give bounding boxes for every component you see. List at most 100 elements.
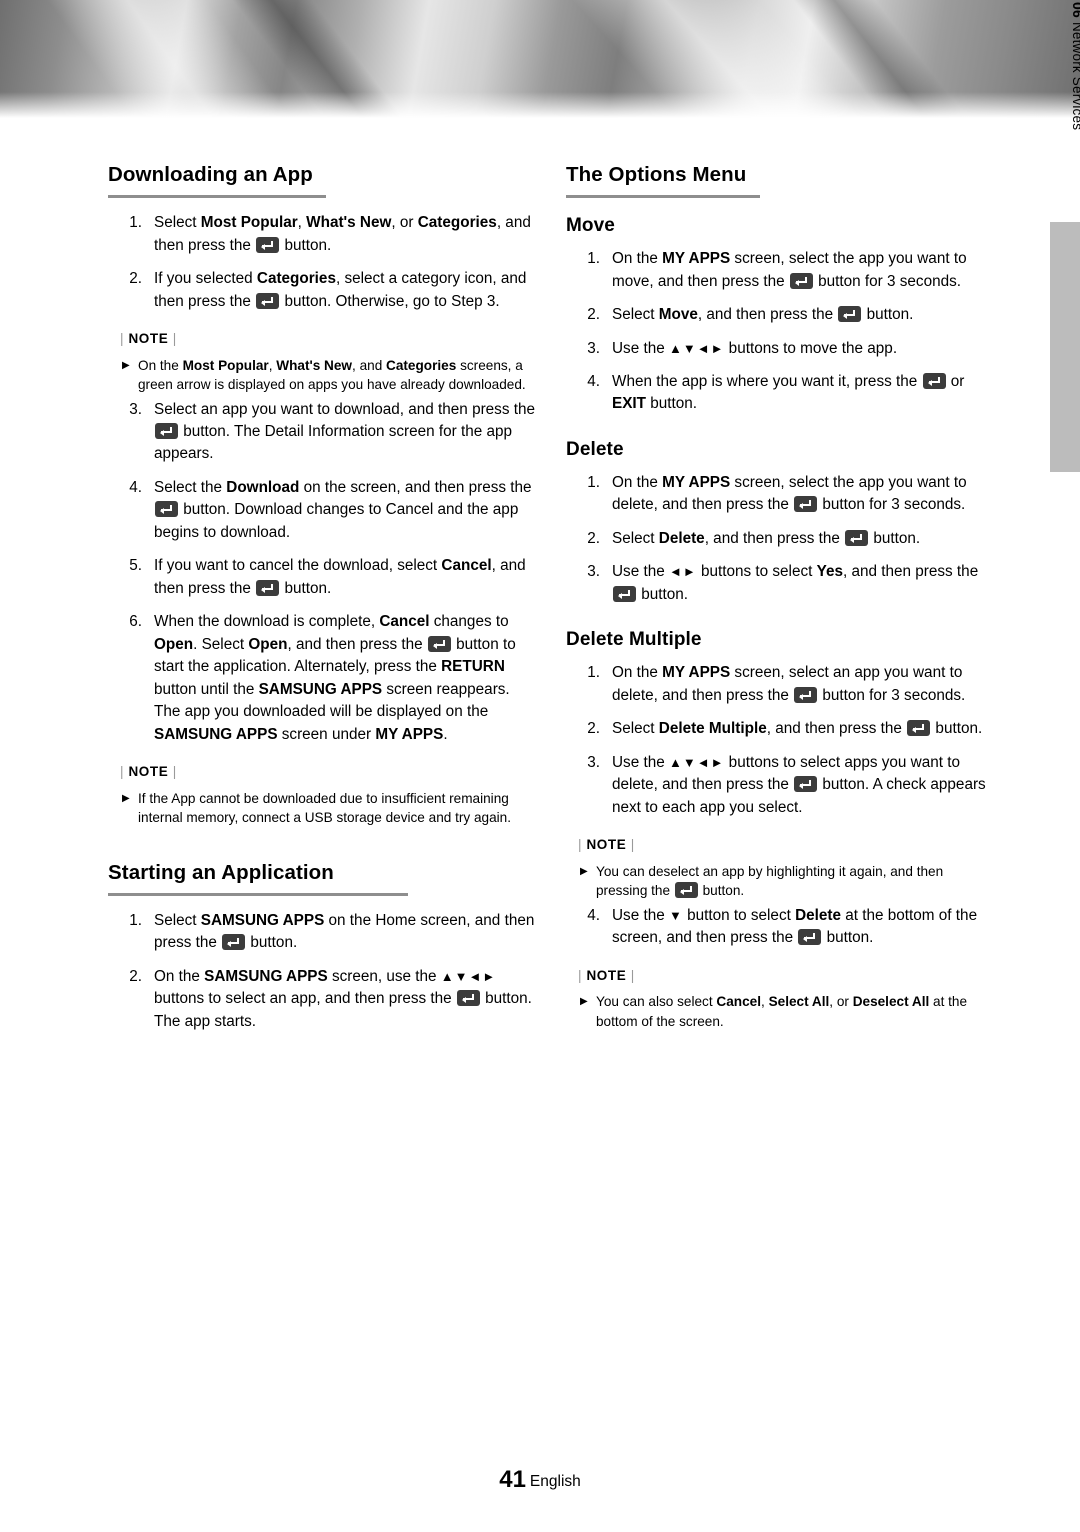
step-number: 2.: [129, 967, 142, 985]
note-bullet-icon: ▶: [580, 865, 588, 877]
enter-button-icon: [256, 579, 280, 596]
step-text: Select Move, and then press the button.: [612, 306, 914, 324]
emphasized-term: Move: [658, 306, 698, 324]
page-language: English: [529, 1473, 581, 1490]
step-number: 1.: [587, 664, 600, 682]
emphasized-term: Cancel: [716, 994, 761, 1010]
numbered-step: 2. On the SAMSUNG APPS screen, use the ▲▼…: [108, 966, 538, 1033]
step-number: 3.: [587, 753, 600, 771]
step-text: When the download is complete, Cancel ch…: [154, 613, 516, 743]
enter-button-icon: [222, 934, 246, 951]
emphasized-term: SAMSUNG APPS: [204, 967, 328, 985]
direction-arrows-icon: ▲▼◄►: [668, 340, 725, 356]
heading-options-menu: The Options Menu: [566, 160, 996, 199]
step-number: 4.: [587, 372, 600, 390]
note-text: If the App cannot be downloaded due to i…: [138, 791, 512, 826]
step-text: On the MY APPS screen, select the app yo…: [612, 473, 967, 514]
direction-arrows-icon: ▲▼◄►: [668, 754, 725, 770]
emphasized-term: Most Popular: [182, 357, 269, 373]
delete-steps: 1. On the MY APPS screen, select the app …: [566, 472, 996, 606]
subheading-delete-multiple: Delete Multiple: [566, 629, 702, 651]
step-text: Select SAMSUNG APPS on the Home screen, …: [154, 911, 535, 952]
right-column: The Options Menu Move 1. On the MY APPS s…: [566, 160, 996, 1035]
enter-button-icon: [794, 496, 818, 513]
numbered-step: 2. Select Move, and then press the button…: [566, 304, 996, 326]
numbered-step: 3. Use the ◄► buttons to select Yes, and …: [566, 561, 996, 606]
emphasized-term: Delete: [795, 906, 842, 924]
step-text: Select Most Popular, What's New, or Cate…: [154, 214, 531, 254]
enter-button-icon: [155, 422, 178, 439]
numbered-step: 2. Select Delete, and then press the butt…: [566, 528, 996, 550]
page-number: 41: [499, 1466, 526, 1493]
numbered-step: 4. When the app is where you want it, pre…: [566, 371, 996, 416]
emphasized-term: SAMSUNG APPS: [200, 911, 325, 929]
note-item: ▶ If the App cannot be downloaded due to …: [122, 789, 538, 828]
subheading-delete: Delete: [566, 438, 624, 460]
emphasized-term: MY APPS: [662, 473, 731, 491]
emphasized-term: Delete Multiple: [658, 720, 767, 738]
emphasized-term: Select All: [768, 994, 830, 1010]
emphasized-term: SAMSUNG APPS: [154, 725, 278, 743]
step-text: If you selected Categories, select a cat…: [154, 270, 527, 310]
enter-button-icon: [845, 529, 869, 546]
step-number: 2.: [587, 306, 600, 324]
numbered-step: 6. When the download is complete, Cancel …: [108, 611, 538, 746]
step-text: If you want to cancel the download, sele…: [154, 557, 526, 597]
enter-button-icon: [155, 501, 178, 518]
enter-button-icon: [674, 882, 698, 899]
left-note-2: | NOTE | ▶ If the App cannot be downloaded…: [108, 762, 538, 827]
enter-button-icon: [613, 585, 636, 602]
step-number: 2.: [129, 270, 142, 288]
step-text: Select Delete, and then press the button…: [612, 529, 921, 547]
step-text: Select an app you want to download, and …: [154, 400, 535, 463]
numbered-step: 1. Select SAMSUNG APPS on the Home screen…: [108, 910, 538, 955]
numbered-step: 3. Select an app you want to download, an…: [108, 399, 538, 466]
delete-multiple-note-2: | NOTE | ▶ You can also select Cancel, Sel…: [566, 966, 996, 1031]
numbered-step: 5. If you want to cancel the download, se…: [108, 555, 538, 600]
delete-multiple-note-1: | NOTE | ▶ You can deselect an app by high…: [566, 835, 996, 900]
heading-downloading-an-app: Downloading an App: [108, 160, 538, 199]
direction-arrows-icon: ▼: [668, 907, 683, 923]
step-text: On the MY APPS screen, select the app yo…: [612, 250, 967, 290]
numbered-step: 3. Use the ▲▼◄► buttons to move the app.: [566, 338, 996, 360]
delete-multiple-steps: 1. On the MY APPS screen, select an app y…: [566, 662, 996, 819]
enter-button-icon: [794, 686, 818, 703]
note-heading: | NOTE |: [120, 331, 177, 347]
note-bullet-icon: ▶: [580, 996, 588, 1008]
emphasized-term: Categories: [417, 214, 497, 232]
step-text: Use the ◄► buttons to select Yes, and th…: [612, 563, 979, 603]
direction-arrows-icon: ◄►: [668, 564, 697, 580]
step-text: Select Delete Multiple, and then press t…: [612, 720, 983, 738]
step-text: When the app is where you want it, press…: [612, 372, 965, 413]
enter-button-icon: [256, 292, 280, 309]
emphasized-term: Delete: [658, 529, 705, 547]
emphasized-term: Categories: [256, 270, 336, 288]
note-bullet-icon: ▶: [122, 359, 130, 371]
note-heading: | NOTE |: [120, 764, 177, 780]
note-text: On the Most Popular, What's New, and Cat…: [138, 357, 526, 393]
step-number: 4.: [129, 478, 142, 496]
numbered-step: 3. Use the ▲▼◄► buttons to select apps yo…: [566, 752, 996, 819]
left-note-1: | NOTE | ▶ On the Most Popular, What's New…: [108, 329, 538, 394]
numbered-step: 4. Use the ▼ button to select Delete at t…: [566, 905, 996, 950]
enter-button-icon: [456, 990, 480, 1007]
emphasized-term: EXIT: [612, 395, 646, 413]
emphasized-term: What's New: [306, 214, 392, 232]
page-footer: 41 English: [0, 1466, 1080, 1494]
enter-button-icon: [427, 635, 451, 652]
step-text: Select the Download on the screen, and t…: [154, 478, 532, 541]
emphasized-term: Yes: [816, 563, 843, 581]
emphasized-term: Download: [226, 478, 300, 496]
emphasized-term: Deselect All: [852, 994, 930, 1010]
step-number: 3.: [129, 400, 142, 418]
numbered-step: 1. On the MY APPS screen, select the app …: [566, 248, 996, 293]
page-body: Downloading an App 1. Select Most Popular…: [0, 0, 1080, 1532]
emphasized-term: Cancel: [441, 557, 492, 575]
heading-starting-an-application: Starting an Application: [108, 858, 538, 896]
emphasized-term: Most Popular: [200, 214, 298, 232]
numbered-step: 1. On the MY APPS screen, select an app y…: [566, 662, 996, 707]
numbered-step: 1. Select Most Popular, What's New, or Ca…: [108, 212, 538, 257]
left-steps-1: 1. Select Most Popular, What's New, or Ca…: [108, 212, 538, 313]
numbered-step: 1. On the MY APPS screen, select the app …: [566, 472, 996, 517]
step-text: Use the ▲▼◄► buttons to move the app.: [612, 339, 898, 357]
